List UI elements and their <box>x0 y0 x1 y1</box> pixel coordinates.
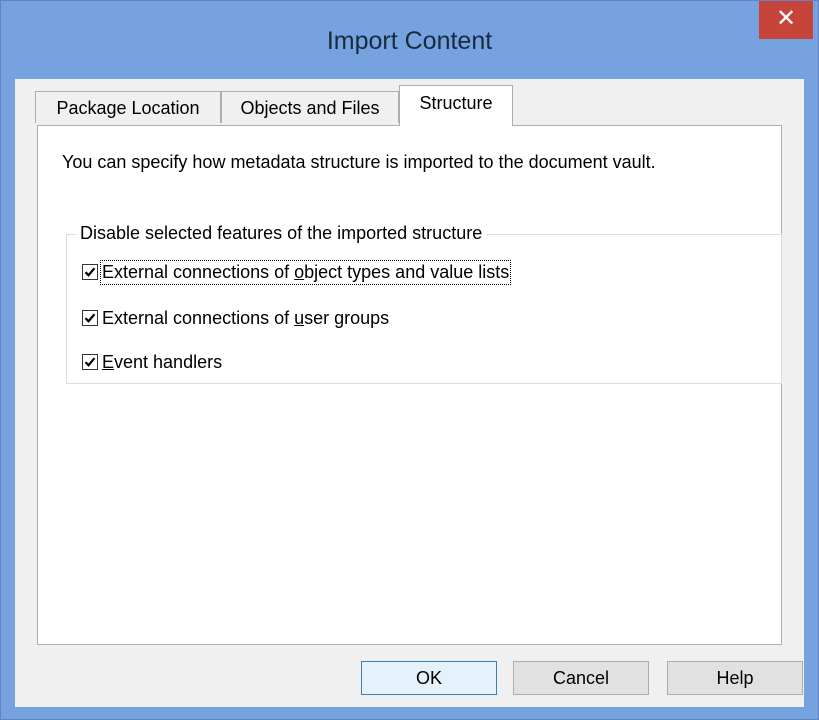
checkmark-icon <box>84 267 96 277</box>
checkbox-external-connections-object-types[interactable]: External connections of object types and… <box>82 259 512 285</box>
ok-button[interactable]: OK <box>361 661 497 695</box>
cancel-button[interactable]: Cancel <box>513 661 649 695</box>
tab-label: Package Location <box>56 98 200 118</box>
dialog-client-area: Package Location Objects and Files Struc… <box>15 79 804 707</box>
close-icon: ✕ <box>775 5 797 32</box>
checkbox-label: Event handlers <box>102 351 223 372</box>
tab-label: Objects and Files <box>240 98 380 118</box>
dialog-title: Import Content <box>326 27 493 55</box>
structure-tab-panel: You can specify how metadata structure i… <box>37 125 782 645</box>
title-bar[interactable]: Import Content ✕ <box>1 1 818 79</box>
checkbox-label: External connections of user groups <box>102 307 390 328</box>
help-button[interactable]: Help <box>667 661 803 695</box>
import-content-dialog: Import Content ✕ Package Location Object… <box>0 0 819 720</box>
tab-structure[interactable]: Structure <box>399 85 513 126</box>
checkbox-event-handlers[interactable]: Event handlers <box>82 350 222 374</box>
checkbox-external-connections-user-groups[interactable]: External connections of user groups <box>82 306 389 330</box>
checkbox-label: External connections of object types and… <box>99 259 512 285</box>
tab-package-location[interactable]: Package Location <box>35 91 221 123</box>
tab-objects-and-files[interactable]: Objects and Files <box>221 91 399 123</box>
tab-label: Structure <box>419 93 493 113</box>
checkmark-icon <box>84 357 96 367</box>
checkbox[interactable] <box>82 310 98 326</box>
intro-text: You can specify how metadata structure i… <box>62 152 656 172</box>
groupbox-label: Disable selected features of the importe… <box>76 223 487 244</box>
checkbox[interactable] <box>82 264 98 280</box>
checkmark-icon <box>84 313 96 323</box>
close-button[interactable]: ✕ <box>759 1 813 39</box>
checkbox[interactable] <box>82 354 98 370</box>
